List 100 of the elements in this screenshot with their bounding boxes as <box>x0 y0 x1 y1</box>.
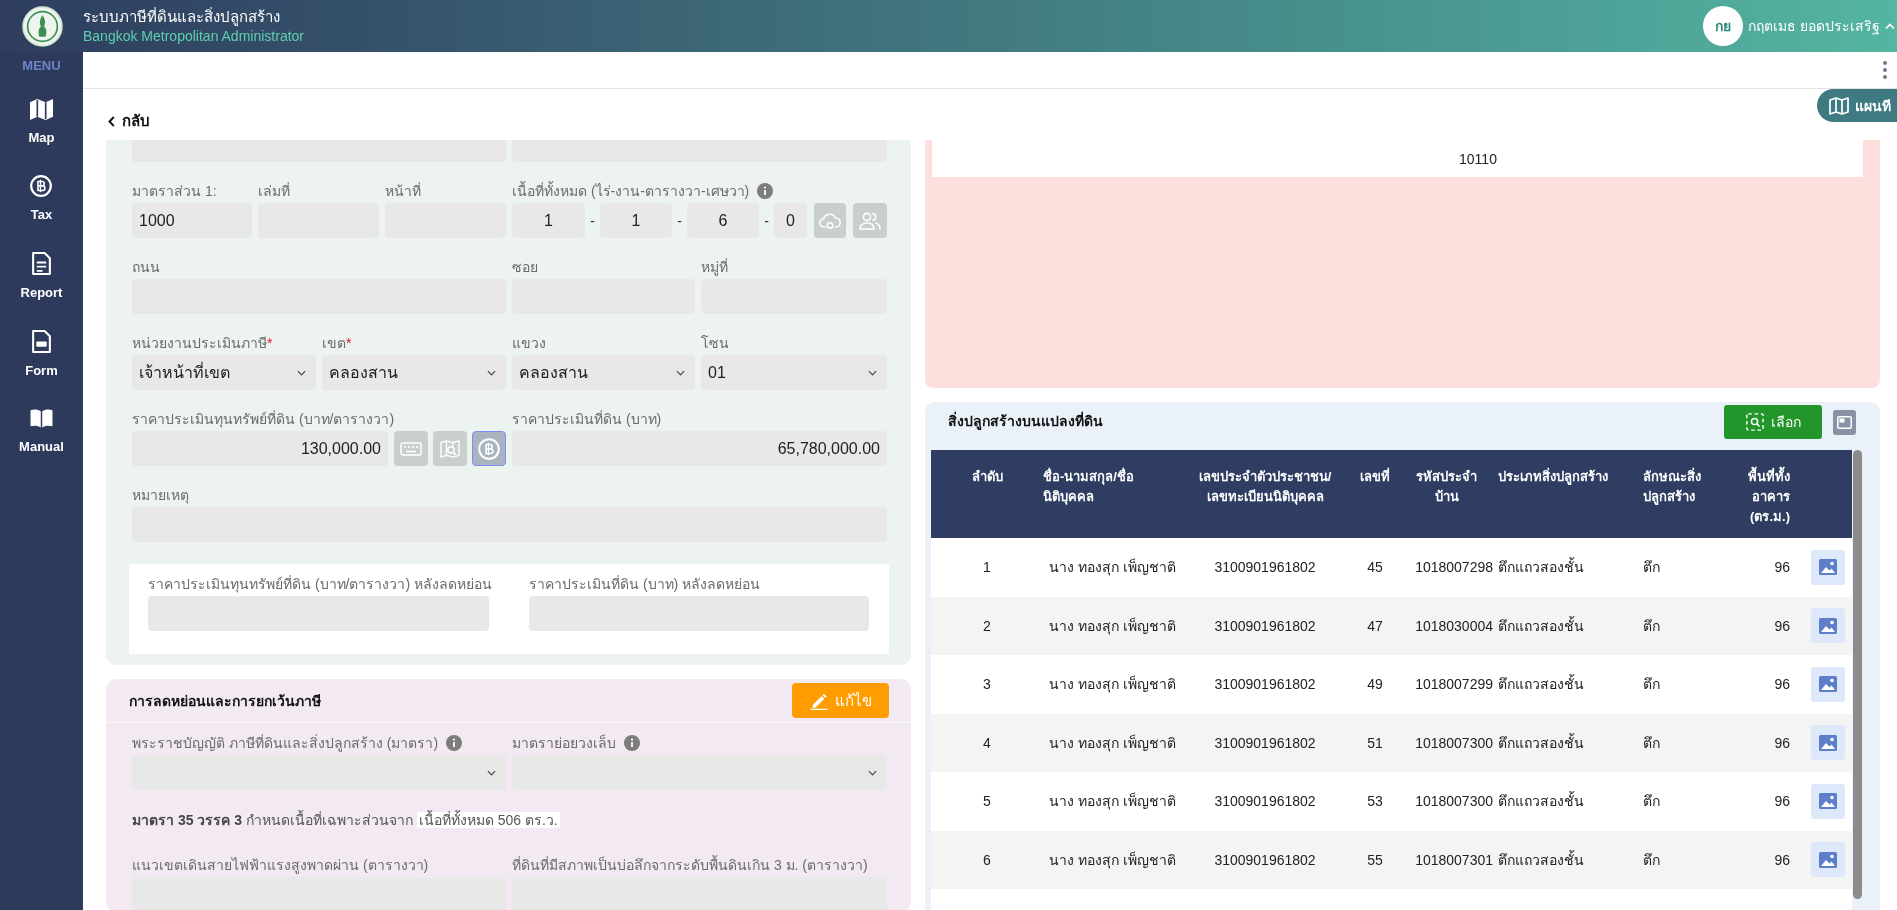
info-icon[interactable] <box>624 735 640 751</box>
image-button[interactable] <box>1811 608 1845 644</box>
table-cell-text: 1018007298 <box>1414 559 1494 576</box>
info-icon[interactable] <box>757 183 774 199</box>
user-avatar[interactable]: กย <box>1703 6 1744 46</box>
document-icon <box>32 252 51 275</box>
separator: - <box>589 212 596 229</box>
scrollbar[interactable] <box>1853 450 1862 899</box>
table-cell-text: 96 <box>1773 734 1791 751</box>
table-cell-text: 55 <box>1366 851 1384 868</box>
separator: - <box>676 212 683 229</box>
field-label: ซอย <box>512 258 539 276</box>
sidebar-item[interactable]: Tax <box>30 175 53 223</box>
panel-title: สิ่งปลูกสร้างบนแปลงที่ดิน <box>948 411 1103 431</box>
input-field[interactable]: 1000 <box>132 203 252 238</box>
keyboard-button[interactable] <box>394 431 428 466</box>
table-cell-text: 1 <box>982 559 992 576</box>
input-field[interactable]: 0 <box>774 203 807 238</box>
table-cell-text: ตึก <box>1642 850 1661 870</box>
input-field[interactable]: 1 <box>512 203 585 238</box>
table-cell-text: 2 <box>982 617 992 634</box>
chevron-down-icon <box>487 369 496 376</box>
cloud-icon <box>819 211 841 230</box>
image-icon <box>1819 676 1837 693</box>
field-label: มาตราย่อยวงเล็บ <box>512 734 616 752</box>
image-button[interactable] <box>1811 842 1845 878</box>
input-field[interactable]: 1 <box>600 203 672 238</box>
field-label: ราคาประเมินที่ดิน (บาท) หลังลดหย่อน <box>529 575 762 593</box>
select-field[interactable]: 01 <box>701 355 887 390</box>
table-cell-text: 1018007301 <box>1414 851 1494 868</box>
coin-button[interactable] <box>472 431 506 466</box>
map-search-icon <box>439 439 461 458</box>
image-button[interactable] <box>1811 666 1845 702</box>
table-cell-text: 6 <box>982 851 992 868</box>
back-link[interactable]: กลับ <box>108 112 150 130</box>
table-cell-text: 3100901961802 <box>1213 734 1317 751</box>
image-button[interactable] <box>1811 725 1845 761</box>
table-cell-text: 1018007299 <box>1414 676 1494 693</box>
book-icon <box>30 408 53 429</box>
table-cell-text: ตึกแถวสองชั้น <box>1497 673 1585 695</box>
table-cell-text: 1018007300 <box>1414 793 1494 810</box>
sidebar-item[interactable]: Manual <box>19 408 64 455</box>
input-field[interactable]: 65,780,000.00 <box>512 431 887 466</box>
field-label: หมู่ที่ <box>701 258 729 276</box>
table-cell-text: 10110 <box>1458 150 1498 167</box>
table-cell-text: นาง ทองสุก เพ็ญชาติ <box>1048 674 1177 695</box>
sidebar-item[interactable]: Form <box>25 330 58 379</box>
field-label: ถนน <box>132 258 161 276</box>
column-header: ประเภทสิ่งปลูกสร้าง <box>1497 466 1609 487</box>
input-field[interactable]: 6 <box>687 203 759 238</box>
field-label: พระราชบัญญัติ ภาษีที่ดินและสิ่งปลูกสร้าง (มาตรา) <box>132 734 439 752</box>
select-field[interactable] <box>512 755 887 790</box>
chevron-down-icon <box>487 769 496 776</box>
column-header: ลักษณะสิ่ง ปลูกสร้าง <box>1642 466 1702 507</box>
window-icon <box>1837 416 1852 429</box>
table-cell-text: 51 <box>1366 734 1384 751</box>
app-subtitle: Bangkok Metropolitan Administrator <box>83 27 304 45</box>
image-button[interactable] <box>1811 549 1845 585</box>
sidebar-item[interactable]: Map <box>28 99 55 146</box>
chevron-up-icon[interactable] <box>1885 22 1895 30</box>
more-icon[interactable] <box>1883 61 1887 79</box>
app-title: ระบบภาษีที่ดินและสิ่งปลูกสร้าง <box>83 7 281 26</box>
select-field[interactable]: เจ้าหน้าที่เขต <box>132 355 316 390</box>
field-label: โซน <box>701 334 730 352</box>
expand-button[interactable] <box>1833 410 1856 435</box>
coin-icon <box>30 175 53 197</box>
image-icon <box>1819 851 1837 868</box>
table-cell-text: นาง ทองสุก เพ็ญชาติ <box>1048 616 1177 637</box>
table-cell-text: ตึกแถวสองชั้น <box>1497 732 1585 753</box>
table-cell-text: นาง ทองสุก เพ็ญชาติ <box>1048 733 1177 754</box>
people-button[interactable] <box>853 203 887 238</box>
document-icon <box>32 330 51 353</box>
info-icon[interactable] <box>446 735 463 751</box>
image-button[interactable] <box>1811 783 1845 819</box>
select-button[interactable]: เลือก <box>1724 405 1822 439</box>
sidebar-item[interactable]: Report <box>20 252 63 301</box>
table-cell-text: 96 <box>1773 617 1791 634</box>
field-label: มาตราส่วน 1: <box>132 182 218 200</box>
table-cell-text: 96 <box>1773 676 1791 693</box>
input-field[interactable]: 130,000.00 <box>132 431 388 466</box>
chevron-down-icon <box>868 369 877 376</box>
chevron-left-icon <box>108 115 115 127</box>
table-cell-text: ตึกแถวสองชั้น <box>1497 790 1585 812</box>
field-label: เนื้อที่ทั้งหมด (ไร่-งาน-ตารางวา-เศษวา) <box>512 182 750 200</box>
map-button[interactable]: แผนที <box>1817 89 1897 122</box>
cloud-button[interactable] <box>814 203 846 238</box>
field-label: แขวง <box>512 334 547 352</box>
panel-title: การลดหย่อนและการยกเว้นภาษี <box>129 691 321 711</box>
image-icon <box>1819 617 1837 634</box>
select-field[interactable]: คลองสาน <box>322 355 506 390</box>
map-search-button[interactable] <box>433 431 467 466</box>
select-field[interactable] <box>132 755 506 790</box>
table-cell-text: ตึกแถวสองชั้น <box>1497 849 1585 870</box>
image-icon <box>1819 734 1837 751</box>
table-cell-text: 96 <box>1773 559 1791 576</box>
select-field[interactable]: คลองสาน <box>512 355 695 390</box>
sidebar-heading: MENU <box>22 57 61 75</box>
table-cell-text: 1018030004 <box>1414 617 1494 634</box>
keyboard-icon <box>400 439 422 458</box>
field-label: ที่ดินที่มีสภาพเป็นบ่อลึกจากระดับพื้นดินเกิน 3 ม. (ตารางวา) <box>512 856 869 874</box>
